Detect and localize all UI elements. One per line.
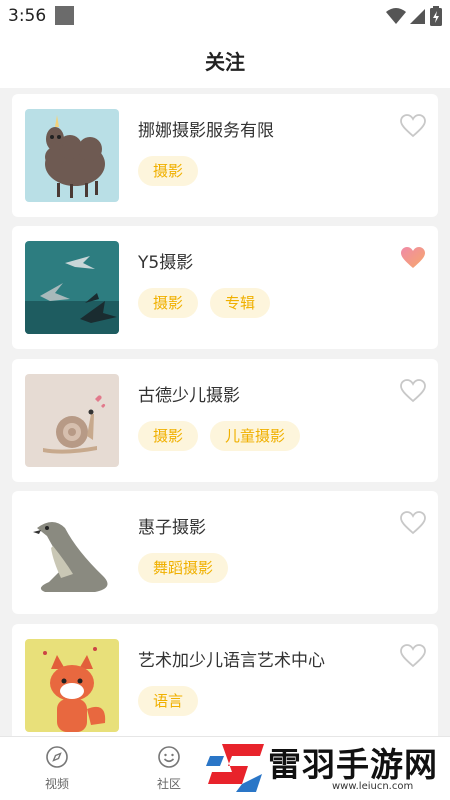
status-bar: 3:56	[0, 0, 450, 32]
tab-label: 视频	[44, 777, 69, 791]
heart-outline-icon[interactable]	[400, 114, 426, 138]
app-header: 关注	[0, 32, 450, 88]
wifi-icon	[386, 8, 406, 24]
avatar-image	[25, 109, 119, 202]
tag-list: 语言	[138, 686, 199, 716]
battery-icon	[430, 6, 442, 26]
watermark-text: 雷羽手游网	[268, 745, 438, 784]
status-icons	[386, 6, 442, 26]
tab-video[interactable]: 视频	[27, 745, 87, 792]
tag[interactable]: 摄影	[138, 156, 199, 186]
follow-card[interactable]: 艺术加少儿语言艺术中心 语言	[12, 624, 438, 747]
follow-card[interactable]: 挪娜摄影服务有限 摄影	[12, 94, 438, 217]
heart-outline-icon[interactable]	[400, 379, 426, 403]
account-name: 古德少儿摄影	[138, 386, 240, 406]
notification-icon	[55, 6, 74, 25]
tag[interactable]: 专辑	[210, 288, 271, 318]
avatar-image	[25, 241, 119, 334]
signal-icon	[410, 9, 425, 24]
avatar-image	[25, 639, 119, 732]
follow-card[interactable]: 惠子摄影 舞蹈摄影	[12, 491, 438, 614]
status-time: 3:56	[8, 6, 47, 26]
watermark-logo	[206, 744, 264, 792]
smile-icon	[158, 746, 180, 768]
avatar-image	[25, 374, 119, 467]
tag-list: 摄影 专辑	[138, 288, 271, 318]
tag-list: 舞蹈摄影	[138, 553, 229, 583]
follow-card[interactable]: Y5摄影 摄影 专辑	[12, 226, 438, 349]
account-name: 艺术加少儿语言艺术中心	[138, 651, 325, 671]
watermark-url: www.leiucn.com	[332, 781, 414, 792]
avatar-image	[25, 506, 119, 599]
tab-community[interactable]: 社区	[139, 745, 199, 792]
tag[interactable]: 摄影	[138, 288, 199, 318]
tag[interactable]: 摄影	[138, 421, 199, 451]
heart-outline-icon[interactable]	[400, 644, 426, 668]
tag[interactable]: 舞蹈摄影	[138, 553, 229, 583]
tag[interactable]: 儿童摄影	[210, 421, 301, 451]
account-name: Y5摄影	[138, 253, 194, 273]
tag-list: 摄影 儿童摄影	[138, 421, 301, 451]
tab-label: 社区	[156, 777, 181, 791]
compass-icon	[46, 746, 68, 768]
watermark: 雷羽手游网 www.leiucn.com	[200, 736, 450, 800]
follow-card[interactable]: 古德少儿摄影 摄影 儿童摄影	[12, 359, 438, 482]
account-name: 惠子摄影	[138, 518, 206, 538]
page-title: 关注	[205, 50, 245, 74]
account-name: 挪娜摄影服务有限	[138, 121, 274, 141]
heart-outline-icon[interactable]	[400, 511, 426, 535]
heart-filled-icon[interactable]	[400, 246, 426, 270]
tag[interactable]: 语言	[138, 686, 199, 716]
tag-list: 摄影	[138, 156, 199, 186]
